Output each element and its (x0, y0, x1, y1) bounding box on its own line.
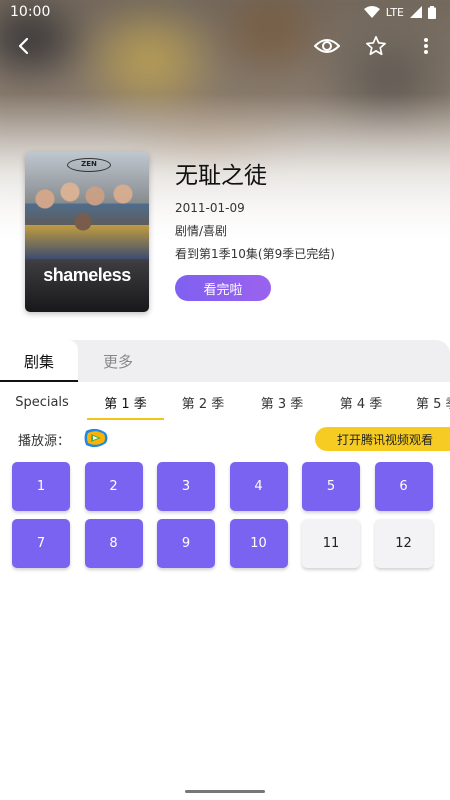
watch-progress: 看到第1季10集(第9季已完结) (175, 247, 335, 261)
watch-button[interactable] (312, 34, 342, 62)
season-selector: Specials 第 1 季 第 2 季 第 3 季 第 4 季 第 5 季 (0, 383, 450, 421)
episode-button[interactable]: 3 (157, 462, 215, 511)
poster-cast-image (25, 174, 149, 259)
season-1[interactable]: 第 1 季 (87, 383, 164, 421)
tab-bar: 剧集 更多 (0, 340, 450, 382)
air-date: 2011-01-09 (175, 201, 245, 215)
home-indicator[interactable] (185, 790, 265, 793)
status-bar: 10:00 LTE (0, 0, 450, 24)
eye-icon (313, 37, 341, 59)
wifi-icon (363, 6, 380, 18)
mark-watched-button[interactable]: 看完啦 (175, 275, 271, 301)
poster-sign: ZEN (67, 158, 111, 172)
app-bar (0, 28, 450, 68)
back-arrow-icon (16, 37, 30, 59)
more-vert-icon (423, 37, 429, 59)
play-source-row: 播放源： 打开腾讯视频观看 (0, 425, 450, 453)
favorite-button[interactable] (362, 34, 390, 62)
season-specials[interactable]: Specials (6, 383, 78, 421)
show-info: 无耻之徒 2011-01-09 剧情/喜剧 看到第1季10集(第9季已完结) (175, 160, 435, 262)
episode-button[interactable]: 6 (374, 462, 433, 511)
episode-button[interactable]: 4 (229, 462, 288, 511)
status-time: 10:00 (10, 4, 51, 20)
episode-button[interactable]: 7 (12, 519, 70, 568)
more-button[interactable] (412, 34, 440, 62)
season-3[interactable]: 第 3 季 (247, 383, 317, 421)
genres: 剧情/喜剧 (175, 224, 228, 238)
season-5[interactable]: 第 5 季 (405, 383, 450, 421)
episode-button[interactable]: 10 (229, 519, 288, 568)
season-4[interactable]: 第 4 季 (326, 383, 396, 421)
episode-button[interactable]: 12 (374, 519, 433, 568)
episode-button[interactable]: 8 (84, 519, 143, 568)
episode-button[interactable]: 1 (12, 462, 70, 511)
status-icons: LTE (363, 5, 436, 19)
tab-more[interactable]: 更多 (85, 340, 151, 382)
source-label: 播放源： (18, 434, 71, 449)
episode-button[interactable]: 2 (84, 462, 143, 511)
network-type: LTE (385, 5, 404, 19)
back-button[interactable] (9, 34, 37, 62)
tab-episodes[interactable]: 剧集 (0, 340, 78, 382)
episode-button[interactable]: 5 (302, 462, 360, 511)
signal-icon (410, 6, 422, 18)
open-tencent-video-button[interactable]: 打开腾讯视频观看 (315, 427, 450, 451)
episode-button[interactable]: 9 (157, 519, 215, 568)
battery-icon (428, 5, 436, 19)
season-2[interactable]: 第 2 季 (168, 383, 238, 421)
show-poster: ZEN shameless (25, 152, 149, 312)
show-title: 无耻之徒 (175, 163, 267, 189)
poster-title: shameless (43, 265, 131, 285)
tencent-video-icon[interactable] (83, 428, 109, 448)
episode-button[interactable]: 11 (302, 519, 360, 568)
star-icon (365, 35, 387, 61)
